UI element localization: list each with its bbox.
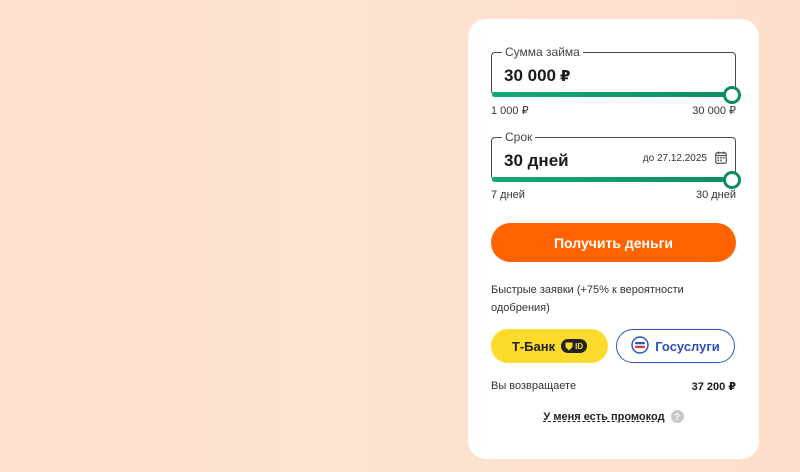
loan-term-label: Срок (502, 129, 536, 145)
loan-amount-value[interactable]: 30 000 ₽ (504, 66, 570, 86)
calendar-icon[interactable] (715, 151, 727, 169)
help-icon[interactable]: ? (670, 410, 684, 423)
loan-amount-min: 1 000 ₽ (491, 105, 529, 117)
loan-amount-number: 30 000 (504, 66, 556, 85)
loan-amount-currency: ₽ (560, 68, 571, 85)
loan-amount-max: 30 000 ₽ (692, 105, 736, 117)
loan-amount-field[interactable]: Сумма займа 30 000 ₽ (491, 44, 741, 104)
loan-amount-slider-thumb[interactable] (723, 86, 741, 104)
tbank-label: Т-Банк (511, 338, 556, 354)
return-label: Вы возвращаете (491, 380, 577, 392)
return-summary: Вы возвращаете 37 200 ₽ (491, 380, 736, 393)
loan-amount-range: 1 000 ₽ 30 000 ₽ (491, 104, 736, 117)
tbank-id-icon: ID (561, 339, 588, 353)
loan-amount-slider-track[interactable] (492, 92, 737, 97)
loan-term-until-date: до 27.12.2025 (642, 153, 707, 164)
return-value: 37 200 ₽ (691, 381, 736, 393)
gosuslugi-login-button[interactable]: Госуслуги (616, 329, 735, 363)
get-money-button[interactable]: Получить деньги (491, 223, 736, 262)
gosuslugi-label: Госуслуги (655, 338, 720, 354)
promo-code-link[interactable]: У меня есть промокод (543, 411, 664, 423)
loan-calculator-card: Сумма займа 30 000 ₽ 1 000 ₽ 30 000 ₽ Сро… (468, 19, 759, 459)
fast-apply-text: Быстрые заявки (+75% к вероятности одобр… (491, 284, 684, 314)
promo-row: У меня есть промокод ? (468, 410, 759, 423)
gosuslugi-logo-icon (631, 335, 649, 357)
loan-amount-slider-fill (492, 92, 737, 97)
loan-term-slider-thumb[interactable] (723, 171, 741, 189)
loan-term-range: 7 дней 30 дней (491, 189, 736, 201)
loan-term-field[interactable]: Срок 30 дней до 27.12.2025 (491, 129, 741, 189)
loan-term-value[interactable]: 30 дней (504, 151, 569, 171)
tbank-login-button[interactable]: Т-Банк ID (491, 329, 608, 363)
loan-term-slider-track[interactable] (492, 177, 737, 182)
loan-term-max: 30 дней (695, 189, 736, 201)
loan-amount-label: Сумма займа (502, 44, 583, 60)
loan-term-min: 7 дней (491, 189, 525, 201)
tbank-id-badge-text: ID (575, 341, 584, 351)
loan-term-slider-fill (492, 177, 737, 182)
